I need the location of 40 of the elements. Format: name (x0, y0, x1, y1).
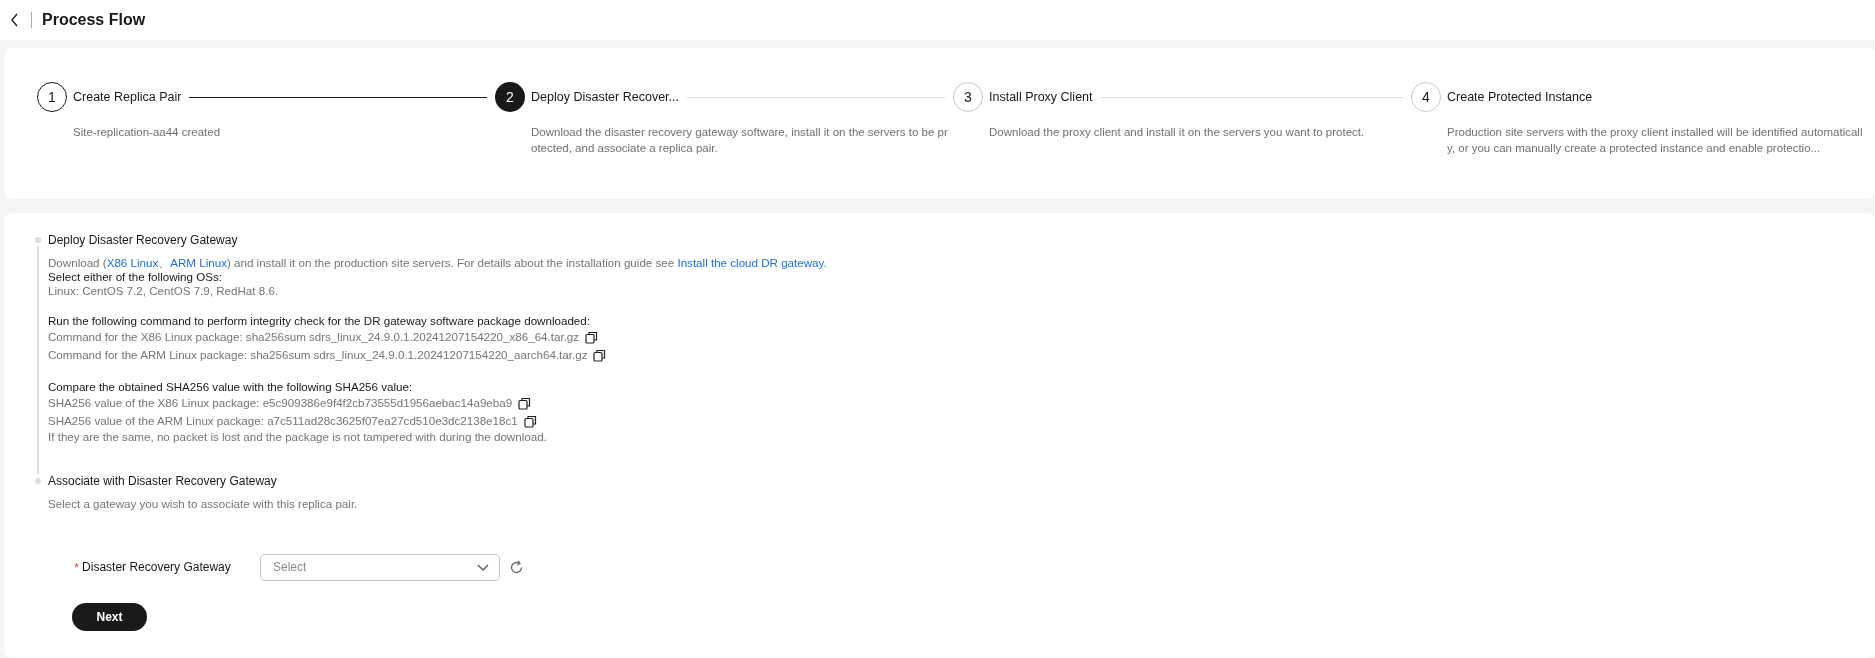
field-label: Disaster Recovery Gateway (82, 560, 231, 574)
link[interactable]: Install the cloud DR gateway (677, 256, 824, 269)
step-title: Deploy Disaster Recover... (531, 90, 679, 104)
instruction-text: Compare the obtained SHA256 value with the following SHA256 value: (48, 380, 414, 394)
page-title: Process Flow (42, 11, 146, 29)
back-icon[interactable] (10, 13, 19, 27)
step-title: Create Protected Instance (1447, 90, 1593, 104)
copy-icon[interactable] (518, 396, 532, 410)
step-title: Install Proxy Client (989, 90, 1093, 104)
next-button[interactable]: Next (72, 603, 147, 631)
refresh-icon[interactable] (509, 559, 524, 575)
download-instructions: Download (X86 Linux、ARM Linux) and install it on the production site servers. For details about the installation guide see Install the cloud DR gateway. (48, 256, 827, 270)
copy-icon[interactable] (523, 414, 537, 428)
step-description: Download the disaster recovery gateway software, install it on the servers to be protected, and associate a replica pair. (531, 125, 949, 156)
step-description: Production site servers with the proxy client installed will be identified automatically, or you can manually create a protected instance and enable protectio... (1447, 125, 1864, 156)
step-number: 3 (953, 82, 983, 112)
hint-text: If they are the same, no packet is lost and the package is not tampered with during the download. (48, 430, 548, 444)
step-number: 1 (37, 82, 67, 112)
step-number: 4 (1411, 82, 1441, 112)
command-text: SHA256 value of the ARM Linux package: a7c511ad28c3625f07ea27cd510e3dc2138e18c1 (48, 414, 518, 428)
copy-icon[interactable] (585, 330, 599, 344)
gateway-select[interactable]: Select (260, 553, 500, 581)
copy-icon[interactable] (593, 348, 607, 362)
instruction-text: Select either of the following OSs: (48, 270, 223, 284)
section-title: Deploy Disaster Recovery Gateway (48, 233, 239, 247)
hint-text: Select a gateway you wish to associate with this replica pair. (48, 497, 358, 511)
step-description: Site-replication-aa44 created (73, 125, 222, 140)
link[interactable]: ARM Linux (170, 256, 227, 269)
instruction-text: Run the following command to perform integrity check for the DR gateway software package downloaded: (48, 314, 591, 328)
required-mark: * (74, 559, 80, 575)
command-text: SHA256 value of the X86 Linux package: e5c909386e9f4f2cb73555d1956aebac14a9eba9 (48, 396, 513, 410)
step-title: Create Replica Pair (73, 90, 182, 104)
link[interactable]: X86 Linux (106, 256, 159, 269)
chevron-down-icon (477, 563, 489, 571)
command-text: Command for the ARM Linux package: sha256sum sdrs_linux_24.9.0.1.20241207154220_aarch64.tar.gz (48, 348, 588, 362)
command-text: Command for the X86 Linux package: sha256sum sdrs_linux_24.9.0.1.20241207154220_x86_64.tar.gz (48, 330, 580, 344)
step-description: Download the proxy client and install it on the servers you want to protect. (989, 125, 1366, 140)
step-number: 2 (495, 82, 525, 112)
hint-text: Linux: CentOS 7.2, CentOS 7.9, RedHat 8.6. (48, 284, 280, 298)
section-title: Associate with Disaster Recovery Gateway (48, 474, 278, 488)
